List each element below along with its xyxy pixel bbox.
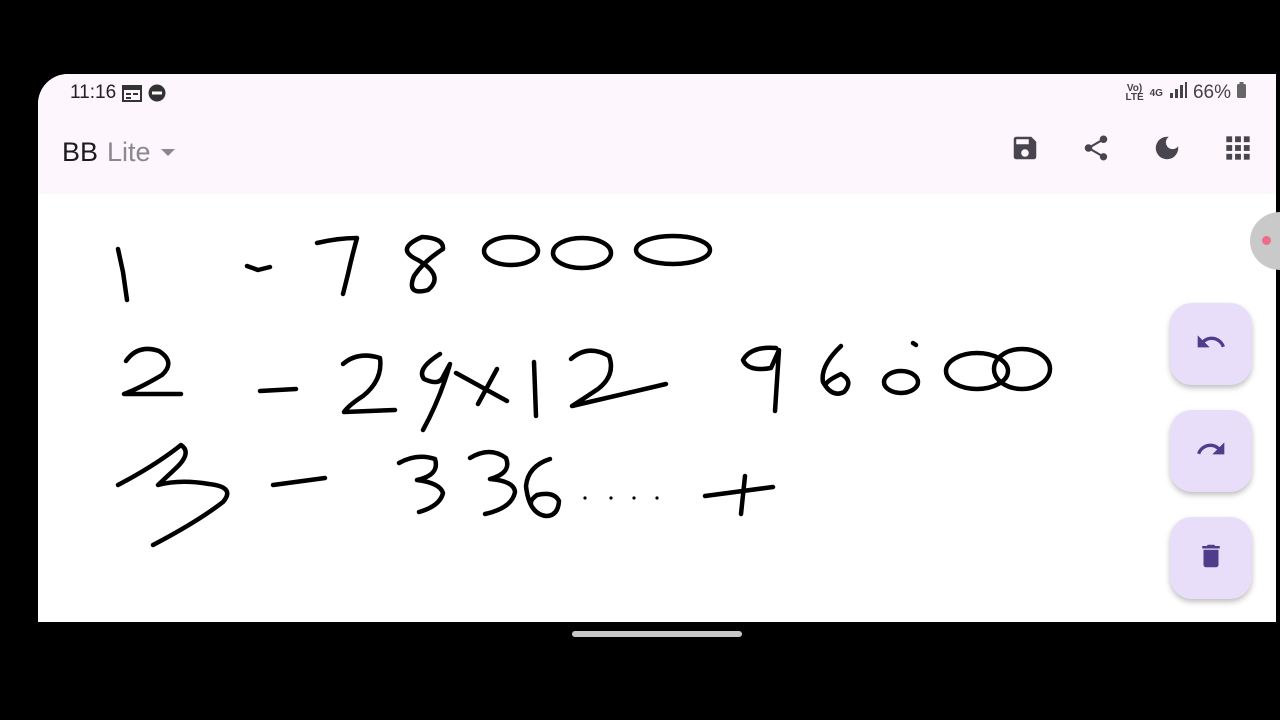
handwriting-ink [115,233,1053,548]
save-icon [1010,133,1040,168]
device-screen: 11:16 Vo) LTE 4G 66% BB Lite [38,74,1276,622]
caret-down-icon[interactable] [160,149,175,156]
app-subtitle-text: Lite [107,137,151,167]
share-icon [1081,133,1111,168]
apps-grid-button[interactable] [1220,132,1256,168]
navigation-gesture-bar[interactable] [572,631,742,637]
status-left-icons [122,84,166,107]
undo-button[interactable] [1170,303,1252,385]
battery-text: 66% [1192,82,1231,103]
app-bar: BB Lite [38,112,1276,194]
calendar-icon [122,84,142,107]
undo-icon [1195,326,1227,363]
redo-icon [1195,433,1227,470]
status-time: 11:16 [70,82,117,103]
status-right-group: Vo) LTE 4G 66% [1125,82,1246,104]
apps-grid-icon [1224,134,1252,167]
battery-icon [1237,82,1246,104]
volte-indicator: Vo) LTE [1125,83,1144,103]
share-button[interactable] [1078,132,1114,168]
delete-button[interactable] [1170,517,1252,599]
dark-mode-icon [1152,133,1182,168]
dark-mode-button[interactable] [1149,132,1185,168]
toolbar [1007,132,1256,168]
do-not-disturb-icon [148,84,166,107]
drawing-canvas[interactable] [38,194,1276,622]
delete-icon [1196,541,1226,576]
app-title[interactable]: BB Lite [62,137,175,168]
redo-button[interactable] [1170,410,1252,492]
app-title-text: BB [62,137,99,167]
edge-handle-dot [1262,236,1271,245]
signal-icon [1169,82,1187,104]
network-type: 4G [1149,87,1163,99]
status-bar: 11:16 Vo) LTE 4G 66% [38,74,1276,112]
save-button[interactable] [1007,132,1043,168]
